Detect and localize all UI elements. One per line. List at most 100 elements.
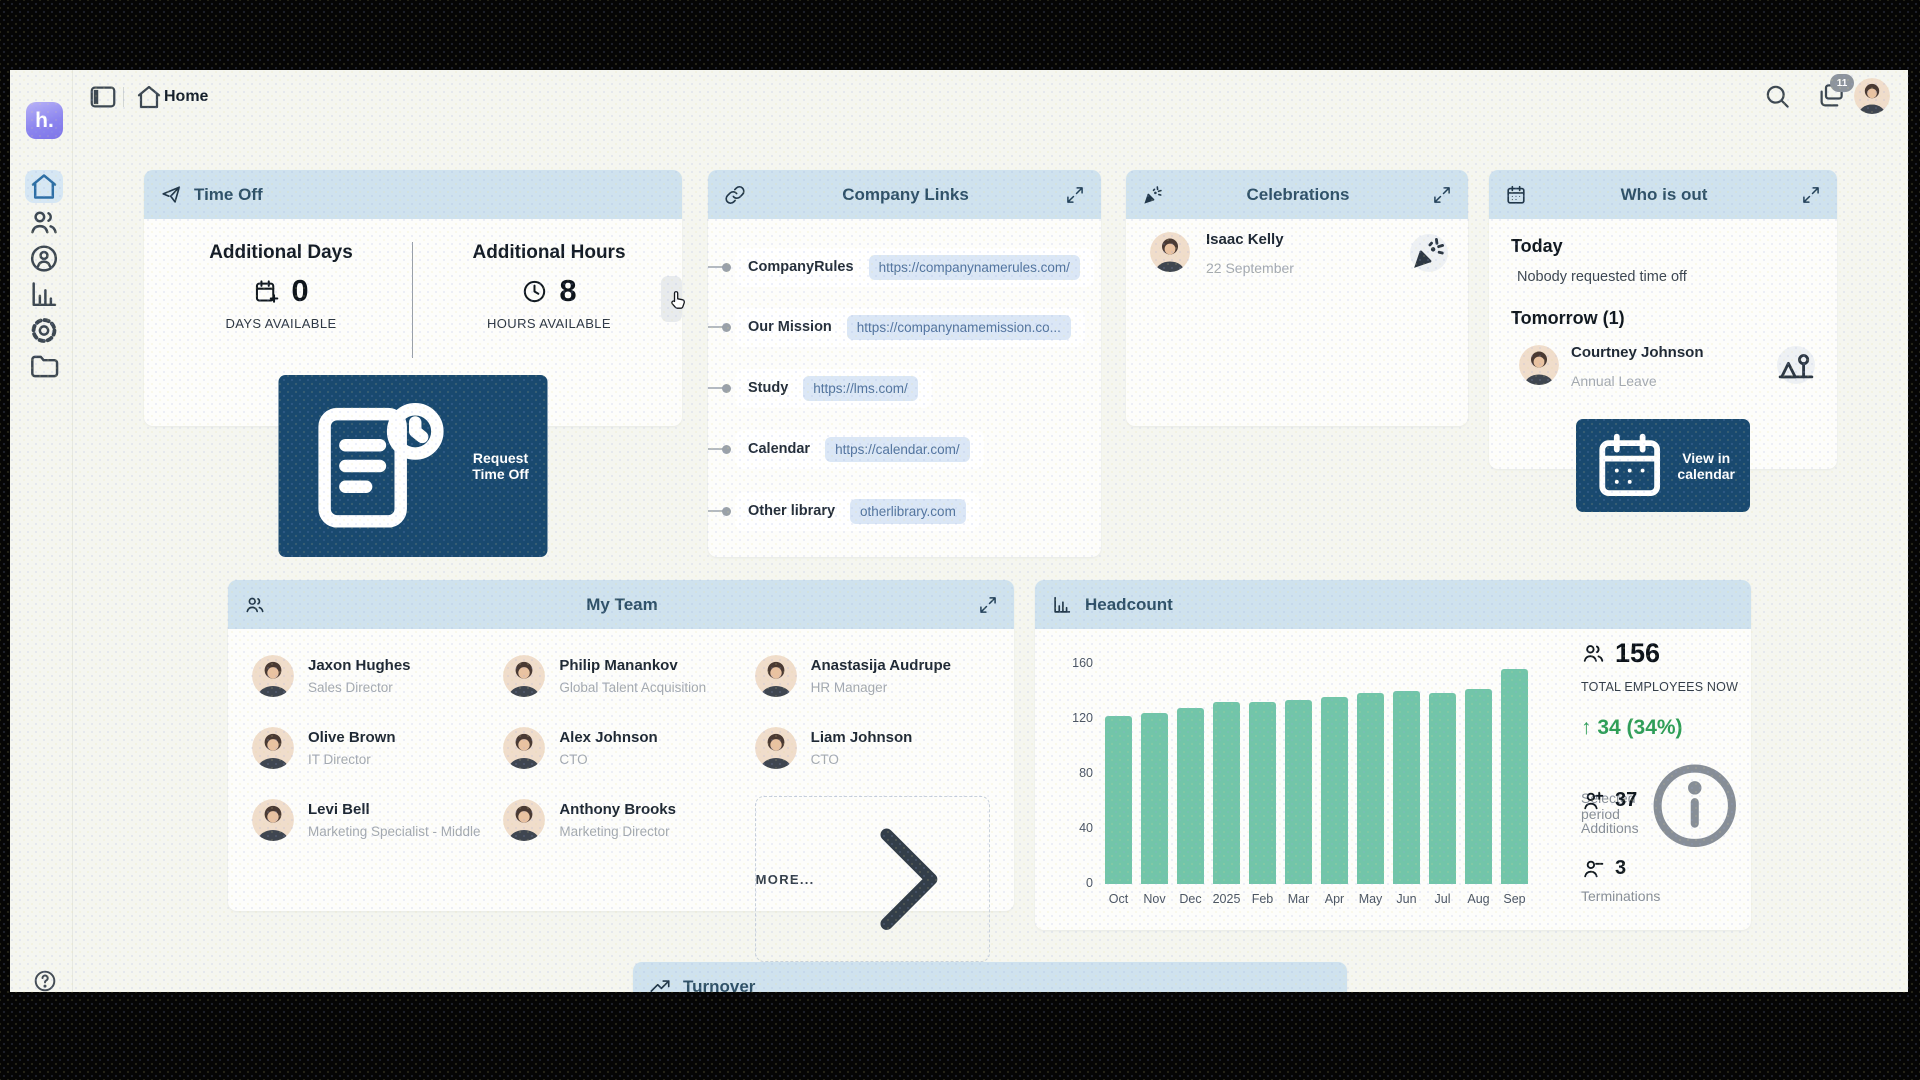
info-icon[interactable] (1641, 752, 1749, 860)
carousel-scroll-handle[interactable] (661, 276, 682, 322)
help-icon[interactable] (32, 968, 58, 992)
sidebar-item-documents[interactable] (25, 350, 63, 383)
team-member[interactable]: Jaxon HughesSales Director (252, 652, 487, 700)
turnover-header: Turnover (633, 962, 1347, 992)
y-tick-label: 80 (1059, 766, 1093, 780)
total-employees-value: 156 (1615, 638, 1660, 669)
bar-Apr (1321, 697, 1348, 884)
calendar-icon (1591, 427, 1668, 504)
celebration-name[interactable]: Isaac Kelly (1206, 231, 1284, 248)
expand-icon[interactable] (1065, 185, 1085, 205)
link-url-chip[interactable]: otherlibrary.com (850, 499, 966, 524)
topbar-divider (123, 87, 124, 107)
my-team-title: My Team (278, 595, 966, 615)
team-member[interactable]: Alex JohnsonCTO (503, 724, 738, 772)
headcount-bars (1105, 664, 1537, 884)
x-tick-label: Apr (1316, 892, 1353, 906)
sidebar-item-home[interactable] (25, 170, 63, 203)
who-is-out-header: Who is out (1489, 170, 1837, 219)
expand-icon[interactable] (1801, 185, 1821, 205)
avatar (503, 727, 545, 769)
headcount-change: ↑ 34 (34%) (1581, 716, 1683, 740)
who-is-out-card: Who is out Today Nobody requested time o… (1489, 170, 1837, 469)
bar-2025 (1213, 702, 1240, 884)
days-available-label: DAYS AVAILABLE (156, 316, 406, 331)
hours-available-value: 8 (559, 273, 576, 309)
team-member[interactable]: Anastasija AudrupeHR Manager (755, 652, 990, 700)
request-doc-icon (294, 383, 460, 549)
my-team-header: My Team (228, 580, 1014, 629)
expand-icon[interactable] (978, 595, 998, 615)
sidebar-item-analytics[interactable] (25, 278, 63, 311)
sidebar-item-profile[interactable] (25, 242, 63, 275)
page-title: Home (164, 88, 208, 106)
additions-value: 37 (1615, 789, 1637, 812)
home-icon[interactable] (134, 82, 164, 112)
notification-badge: 11 (1830, 74, 1854, 92)
avatar (1150, 232, 1190, 272)
app-logo[interactable]: h. (26, 102, 63, 139)
team-member[interactable]: Philip Manankov Global Talent Acquisition (503, 652, 738, 700)
team-member[interactable]: Levi BellMarketing Specialist - Middle (252, 796, 487, 844)
column-divider (412, 242, 413, 358)
more-button[interactable]: MORE... (755, 796, 990, 962)
team-member[interactable]: Liam JohnsonCTO (755, 724, 990, 772)
member-name: Jaxon Hughes (308, 657, 411, 674)
link-row[interactable]: Our Missionhttps://companynamemission.co… (708, 305, 1101, 349)
bar-Dec (1177, 708, 1204, 884)
bar-Mar (1285, 700, 1312, 884)
clock-icon (521, 278, 548, 305)
bar-Nov (1141, 713, 1168, 884)
link-row[interactable]: Other libraryotherlibrary.com (708, 489, 1101, 533)
link-url-chip[interactable]: https://calendar.com/ (825, 437, 970, 462)
link-url-chip[interactable]: https://companynamerules.com/ (869, 255, 1080, 280)
time-off-title: Time Off (194, 185, 263, 205)
x-tick-label: Feb (1244, 892, 1281, 906)
sidebar-toggle-icon[interactable] (88, 82, 118, 112)
member-role: Global Talent Acquisition (559, 680, 706, 695)
member-role: CTO (811, 752, 913, 767)
link-row[interactable]: Calendarhttps://calendar.com/ (708, 427, 1101, 471)
party-popper-icon (1142, 184, 1164, 206)
link-row[interactable]: Studyhttps://lms.com/ (708, 366, 1101, 410)
x-tick-label: Oct (1100, 892, 1137, 906)
celebrate-button[interactable] (1410, 234, 1448, 272)
request-time-off-button[interactable]: Request Time Off (279, 375, 548, 557)
bar-Feb (1249, 702, 1276, 884)
time-off-header: Time Off (144, 170, 682, 219)
company-links-header: Company Links (708, 170, 1101, 219)
avatar (503, 799, 545, 841)
out-person-name[interactable]: Courtney Johnson (1571, 344, 1704, 361)
terminations-label: Terminations (1581, 888, 1660, 904)
bar-Sep (1501, 669, 1528, 884)
request-time-off-label: Request Time Off (469, 450, 533, 482)
company-links-card: Company Links CompanyRuleshttps://compan… (708, 170, 1101, 557)
who-is-out-title: Who is out (1539, 185, 1789, 205)
expand-icon[interactable] (1432, 185, 1452, 205)
user-minus-icon (1581, 856, 1606, 881)
avatar (503, 655, 545, 697)
team-member[interactable]: Anthony BrooksMarketing Director (503, 796, 738, 844)
out-person-reason: Annual Leave (1571, 373, 1657, 389)
sidebar: h. (10, 70, 73, 992)
link-url-chip[interactable]: https://companynamemission.co... (847, 315, 1071, 340)
member-name: Philip Manankov (559, 657, 706, 674)
member-role: Marketing Specialist - Middle (308, 824, 481, 839)
celebrations-header: Celebrations (1126, 170, 1468, 219)
view-in-calendar-button[interactable]: View in calendar (1576, 419, 1750, 512)
additional-hours-block: Additional Hours 8 HOURS AVAILABLE (424, 242, 674, 331)
company-links-title: Company Links (758, 185, 1053, 205)
member-name: Anthony Brooks (559, 801, 676, 818)
sidebar-item-settings[interactable] (25, 314, 63, 347)
link-url-chip[interactable]: https://lms.com/ (803, 376, 918, 401)
link-row[interactable]: CompanyRuleshttps://companynamerules.com… (708, 245, 1101, 289)
sidebar-item-team[interactable] (25, 206, 63, 239)
y-tick-label: 40 (1059, 821, 1093, 835)
user-avatar[interactable] (1854, 78, 1890, 114)
avatar (1519, 345, 1559, 385)
notifications-icon[interactable]: 11 (1816, 81, 1846, 111)
search-icon[interactable] (1762, 81, 1792, 111)
team-member[interactable]: Olive BrownIT Director (252, 724, 487, 772)
plane-icon (160, 184, 182, 206)
total-employees-label: TOTAL EMPLOYEES NOW (1581, 680, 1738, 694)
